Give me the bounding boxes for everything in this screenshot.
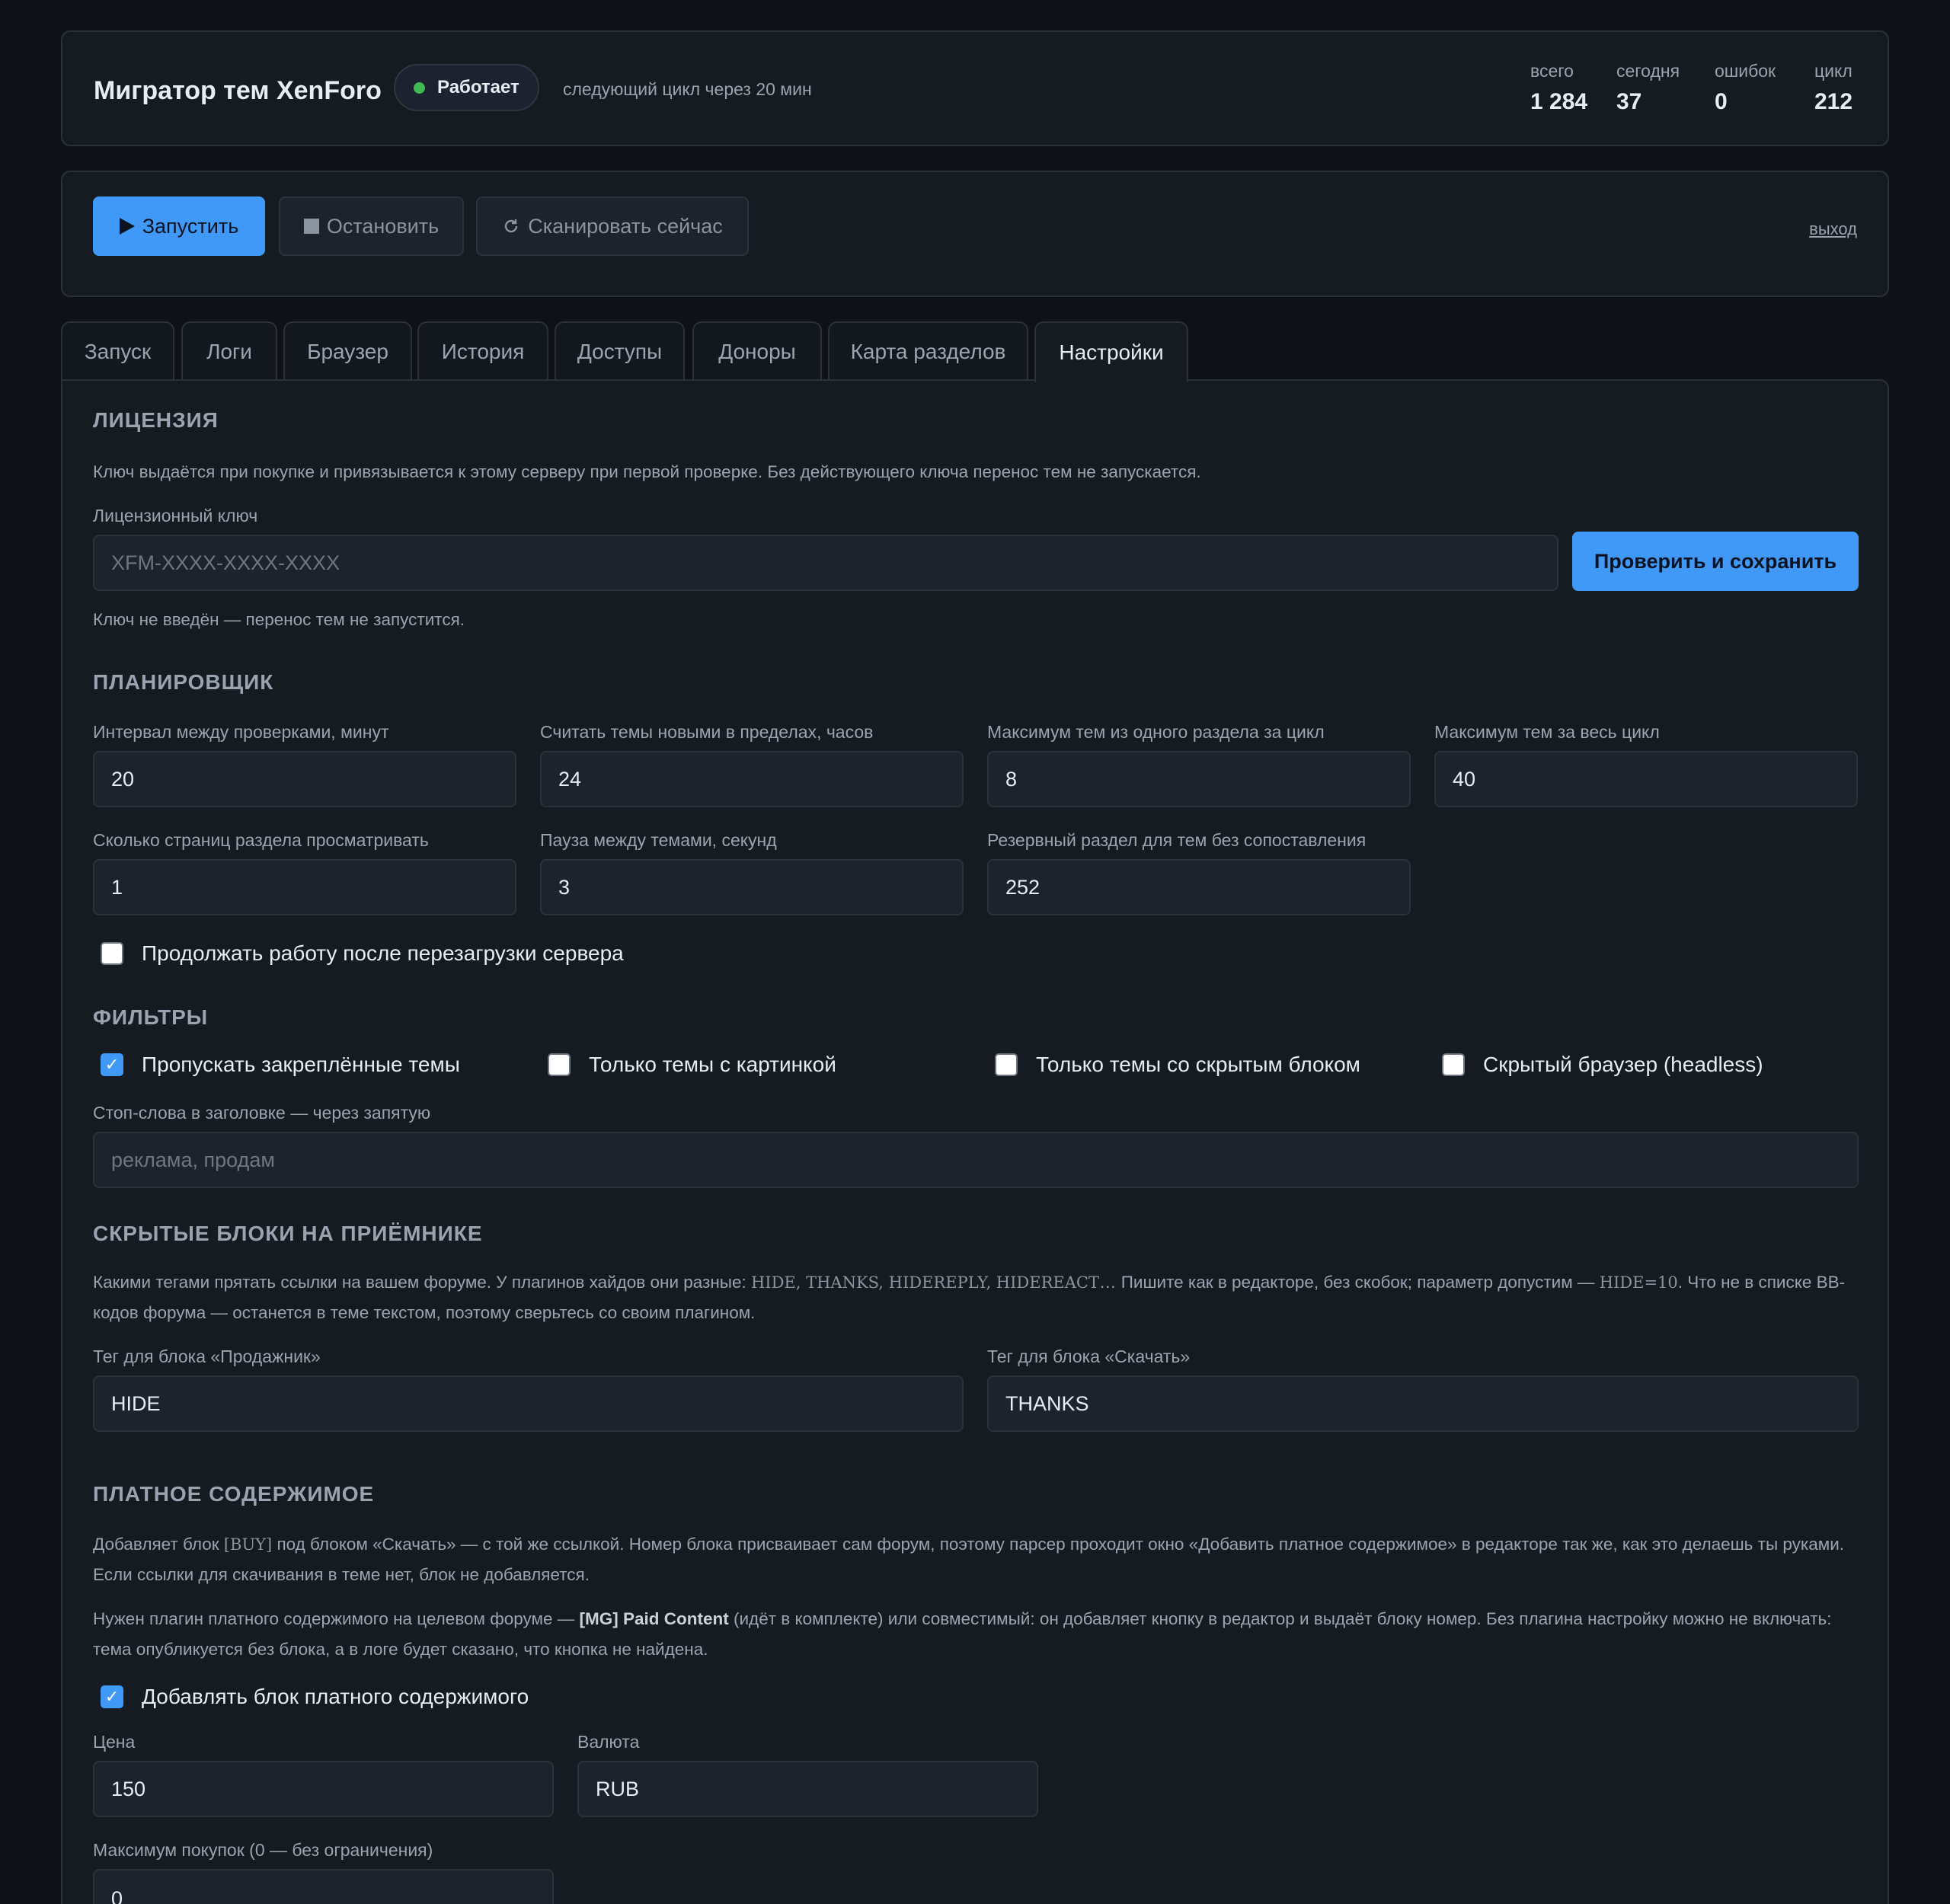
tag-list: HIDE, THANKS, HIDEREPLY, HIDEREACT xyxy=(750,1273,1099,1292)
max-per-cycle-input[interactable]: 40 xyxy=(1434,751,1858,807)
hidden-blocks-section-title: СКРЫТЫЕ БЛОКИ НА ПРИЁМНИКЕ xyxy=(93,1222,483,1245)
next-cycle-text: следующий цикл через 20 мин xyxy=(563,79,812,99)
plugin-name: [MG] Paid Content xyxy=(579,1609,729,1628)
stop-button[interactable]: Остановить xyxy=(279,196,464,256)
scan-now-button-label: Сканировать сейчас xyxy=(528,214,723,238)
interval-label: Интервал между проверками, минут xyxy=(93,722,389,742)
status-dot-icon xyxy=(414,81,425,94)
new-topics-hours-input[interactable]: 24 xyxy=(540,751,964,807)
max-per-section-label: Максимум тем из одного раздела за цикл xyxy=(987,722,1325,742)
license-section-title: ЛИЦЕНЗИЯ xyxy=(93,408,219,432)
pause-label: Пауза между темами, секунд xyxy=(540,830,777,850)
price-label: Цена xyxy=(93,1732,136,1752)
fallback-section-input[interactable]: 252 xyxy=(987,859,1411,915)
max-per-section-input[interactable]: 8 xyxy=(987,751,1411,807)
license-description: Ключ выдаётся при покупке и привязываетс… xyxy=(93,462,1201,481)
stat-total: всего 1 284 xyxy=(1530,61,1587,115)
status-badge: Работает xyxy=(394,64,539,111)
tab-access[interactable]: Доступы xyxy=(555,321,685,381)
license-key-label: Лицензионный ключ xyxy=(93,506,258,526)
currency-input[interactable]: RUB xyxy=(577,1761,1038,1817)
headless-browser-checkbox[interactable]: Скрытый браузер (headless) xyxy=(1442,1053,1763,1077)
scan-now-button[interactable]: Сканировать сейчас xyxy=(476,196,749,256)
stat-label: сегодня xyxy=(1616,61,1680,81)
only-hidden-block-checkbox[interactable]: Только темы со скрытым блоком xyxy=(995,1053,1360,1077)
toolbar-card: Запустить Остановить Сканировать сейчас … xyxy=(61,171,1889,297)
tab-logs[interactable]: Логи xyxy=(181,321,277,381)
filters-section-title: ФИЛЬТРЫ xyxy=(93,1005,209,1029)
buy-code: [BUY] xyxy=(223,1535,273,1554)
skip-pinned-label: Пропускать закреплённые темы xyxy=(142,1053,460,1076)
tab-history[interactable]: История xyxy=(417,321,548,381)
stop-icon xyxy=(303,219,319,234)
stat-cycle: цикл 212 xyxy=(1814,61,1852,115)
stopwords-input[interactable]: реклама, продам xyxy=(93,1132,1859,1188)
check-icon[interactable]: ✓ xyxy=(101,1053,123,1076)
stat-errors: ошибок 0 xyxy=(1715,61,1776,115)
enable-paid-content-checkbox[interactable]: ✓ Добавлять блок платного содержимого xyxy=(101,1685,529,1709)
seller-tag-input[interactable]: HIDE xyxy=(93,1375,964,1432)
stat-value: 0 xyxy=(1715,89,1728,114)
pause-input[interactable]: 3 xyxy=(540,859,964,915)
resume-after-reboot-checkbox[interactable]: Продолжать работу после перезагрузки сер… xyxy=(101,941,624,966)
license-hint: Ключ не введён — перенос тем не запустит… xyxy=(93,610,465,629)
new-topics-hours-label: Считать темы новыми в пределах, часов xyxy=(540,722,874,742)
status-text: Работает xyxy=(437,77,519,97)
stat-today: сегодня 37 xyxy=(1616,61,1680,115)
seller-tag-label: Тег для блока «Продажник» xyxy=(93,1347,321,1366)
stat-value: 1 284 xyxy=(1530,89,1588,114)
checkbox-box[interactable] xyxy=(548,1053,571,1076)
checkbox-box[interactable] xyxy=(101,942,123,965)
paid-content-description-1: Добавляет блок [BUY] под блоком «Скачать… xyxy=(93,1535,1845,1584)
resume-after-reboot-label: Продолжать работу после перезагрузки сер… xyxy=(142,941,624,965)
check-icon[interactable]: ✓ xyxy=(101,1685,123,1708)
paid-content-description-2: Нужен плагин платного содержимого на цел… xyxy=(93,1609,1832,1659)
only-images-checkbox[interactable]: Только темы с картинкой xyxy=(548,1053,836,1077)
license-key-input[interactable]: XFM-XXXX-XXXX-XXXX xyxy=(93,535,1558,591)
header-card: Мигратор тем XenForo Работает следующий … xyxy=(61,30,1889,146)
tab-launch[interactable]: Запуск xyxy=(61,321,174,381)
tab-browser[interactable]: Браузер xyxy=(283,321,412,381)
stat-value: 212 xyxy=(1814,89,1853,114)
stat-label: ошибок xyxy=(1715,61,1776,81)
download-tag-label: Тег для блока «Скачать» xyxy=(987,1347,1191,1366)
stop-button-label: Остановить xyxy=(326,214,440,238)
stat-value: 37 xyxy=(1616,89,1642,114)
only-hidden-block-label: Только темы со скрытым блоком xyxy=(1036,1053,1360,1076)
refresh-icon xyxy=(505,219,518,233)
hidden-blocks-description: Какими тегами прятать ссылки на вашем фо… xyxy=(93,1273,1846,1322)
start-button[interactable]: Запустить xyxy=(93,196,265,256)
tab-settings[interactable]: Настройки xyxy=(1034,321,1188,382)
enable-paid-content-label: Добавлять блок платного содержимого xyxy=(142,1685,529,1708)
max-purchases-input[interactable]: 0 xyxy=(93,1869,554,1904)
app-title: Мигратор тем XenForo xyxy=(94,76,382,105)
play-icon xyxy=(119,218,135,235)
only-images-label: Только темы с картинкой xyxy=(589,1053,836,1076)
download-tag-input[interactable]: THANKS xyxy=(987,1375,1859,1432)
verify-save-button[interactable]: Проверить и сохранить xyxy=(1572,532,1859,591)
checkbox-box[interactable] xyxy=(995,1053,1018,1076)
fallback-section-label: Резервный раздел для тем без сопоставлен… xyxy=(987,830,1367,850)
stopwords-label: Стоп-слова в заголовке — через запятую xyxy=(93,1103,431,1123)
skip-pinned-checkbox[interactable]: ✓ Пропускать закреплённые темы xyxy=(101,1053,460,1077)
checkbox-box[interactable] xyxy=(1442,1053,1465,1076)
tab-section-map[interactable]: Карта разделов xyxy=(828,321,1028,381)
headless-browser-label: Скрытый браузер (headless) xyxy=(1483,1053,1763,1076)
currency-label: Валюта xyxy=(577,1732,640,1752)
stat-label: всего xyxy=(1530,61,1574,81)
pages-label: Сколько страниц раздела просматривать xyxy=(93,830,429,850)
settings-panel: ЛИЦЕНЗИЯ Ключ выдаётся при покупке и при… xyxy=(61,379,1889,1904)
start-button-label: Запустить xyxy=(142,214,239,238)
paid-content-section-title: ПЛАТНОЕ СОДЕРЖИМОЕ xyxy=(93,1482,375,1506)
price-input[interactable]: 150 xyxy=(93,1761,554,1817)
max-purchases-label: Максимум покупок (0 — без ограничения) xyxy=(93,1840,433,1860)
param-example: HIDE=10 xyxy=(1599,1273,1678,1292)
max-per-cycle-label: Максимум тем за весь цикл xyxy=(1434,722,1660,742)
scheduler-section-title: ПЛАНИРОВЩИК xyxy=(93,670,274,694)
pages-input[interactable]: 1 xyxy=(93,859,516,915)
logout-link[interactable]: выход xyxy=(1809,219,1857,239)
tab-donors[interactable]: Доноры xyxy=(692,321,822,381)
stat-label: цикл xyxy=(1814,61,1852,81)
interval-input[interactable]: 20 xyxy=(93,751,516,807)
